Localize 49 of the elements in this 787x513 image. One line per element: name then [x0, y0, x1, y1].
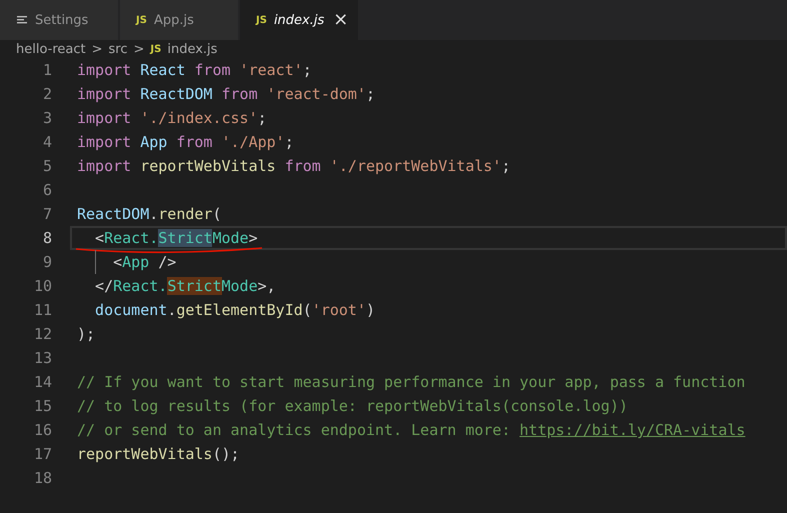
editor-tab[interactable]: Settings [0, 0, 118, 40]
tab-label: Settings [35, 12, 88, 28]
line-number: 1 [42, 61, 52, 79]
line-number: 6 [42, 181, 52, 199]
list-icon [16, 14, 28, 26]
code-line: // or send to an analytics endpoint. Learn more: https://bit.ly/CRA-vitals [77, 421, 746, 439]
line-number: 7 [42, 205, 52, 223]
editor-tab[interactable]: JS App.js [120, 0, 238, 40]
code-line: import './index.css'; [77, 109, 267, 127]
js-file-icon: JS [136, 14, 147, 26]
line-number: 11 [32, 301, 52, 319]
breadcrumb-separator: > [134, 42, 144, 56]
code-line: import React from 'react'; [77, 61, 312, 79]
line-number: 14 [32, 373, 52, 391]
breadcrumb-separator: > [92, 42, 103, 56]
line-number: 3 [42, 109, 52, 127]
code-line: <React.StrictMode> [94, 229, 258, 247]
line-number: 9 [42, 253, 52, 271]
line-number: 2 [42, 85, 52, 103]
code-line: ); [77, 325, 96, 343]
line-number: 15 [32, 397, 52, 415]
tab-label: App.js [154, 12, 194, 28]
close-button[interactable]: × [331, 11, 350, 29]
line-number: 16 [32, 421, 52, 439]
breadcrumb-item[interactable]: index.js [167, 42, 218, 56]
breadcrumb-item[interactable]: hello-react [16, 42, 86, 56]
editor-tab[interactable]: JS index.js × [240, 0, 358, 40]
line-number: 4 [42, 133, 52, 151]
line-number: 8 [42, 229, 52, 247]
code-line: document.getElementById('root') [94, 301, 376, 319]
code-line: import ReactDOM from 'react-dom'; [77, 85, 376, 103]
line-number: 13 [32, 349, 52, 367]
code-line: // If you want to start measuring performance in your app, pass a function [77, 373, 746, 391]
code-line: </React.StrictMode>, [94, 277, 276, 295]
code-line: <App /> [113, 253, 176, 271]
breadcrumb-item[interactable]: src [108, 42, 128, 56]
js-file-icon: JS [256, 14, 267, 26]
tab-label: index.js [274, 12, 324, 28]
line-number: 5 [42, 157, 52, 175]
code-line: // to log results (for example: reportWebVitals(console.log)) [77, 397, 628, 415]
code-line: ReactDOM.render( [77, 205, 222, 223]
code-line: import reportWebVitals from './reportWebVitals'; [77, 157, 510, 175]
line-number: 18 [32, 469, 52, 487]
code-line: reportWebVitals(); [77, 445, 240, 463]
line-number: 12 [32, 325, 52, 343]
line-number: 17 [32, 445, 52, 463]
code-line: import App from './App'; [77, 133, 294, 151]
js-file-icon: JS [150, 44, 162, 54]
line-number: 10 [32, 277, 52, 295]
